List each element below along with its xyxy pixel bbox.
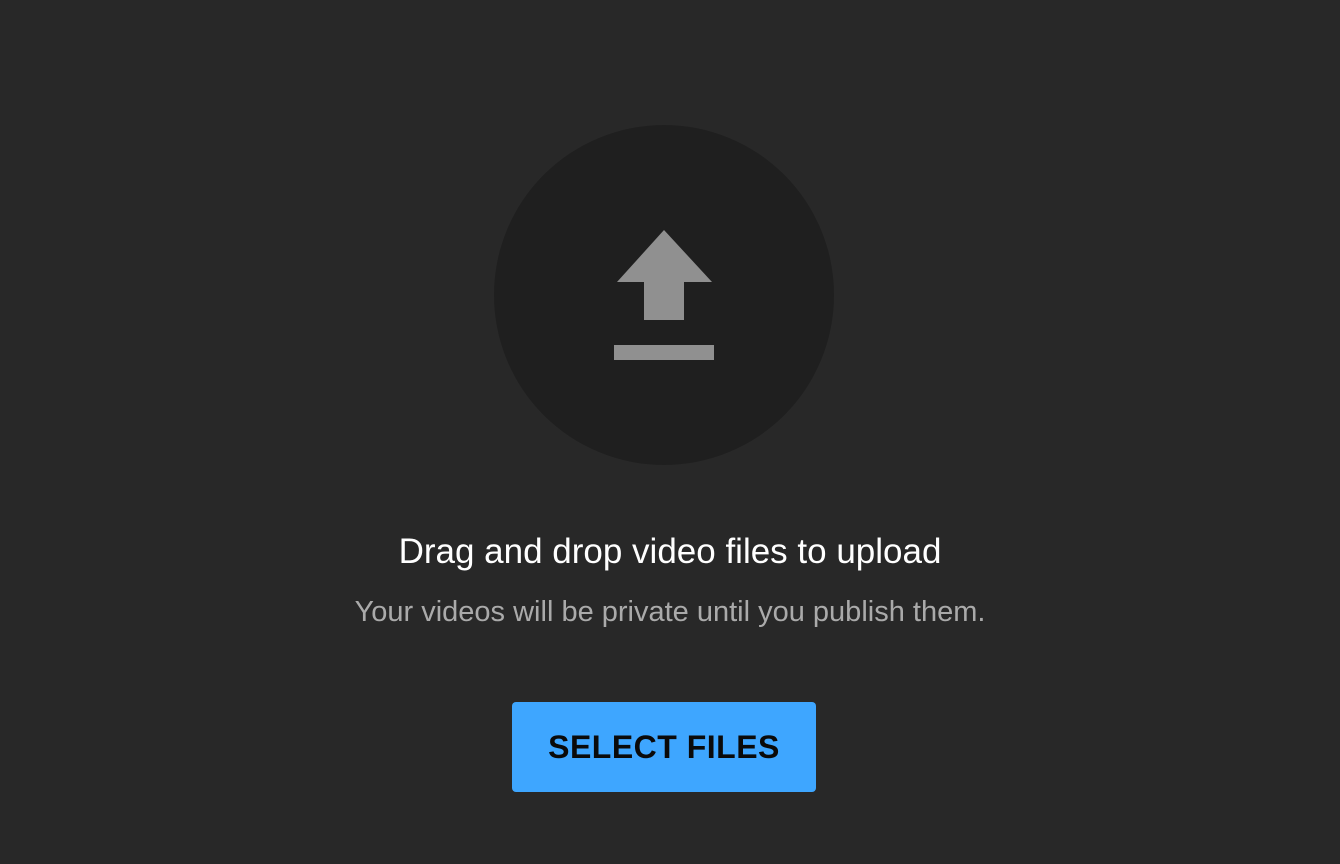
upload-icon[interactable] <box>614 230 714 360</box>
privacy-note: Your videos will be private until you pu… <box>354 596 986 628</box>
upload-baseline <box>614 345 714 360</box>
upload-arrow <box>617 230 712 320</box>
drag-drop-headline: Drag and drop video files to upload <box>398 532 942 571</box>
select-files-button[interactable]: SELECT FILES <box>512 702 816 792</box>
upload-dialog-body: Drag and drop video files to upload Your… <box>0 0 1340 864</box>
drop-zone[interactable]: Drag and drop video files to upload Your… <box>0 0 1340 864</box>
